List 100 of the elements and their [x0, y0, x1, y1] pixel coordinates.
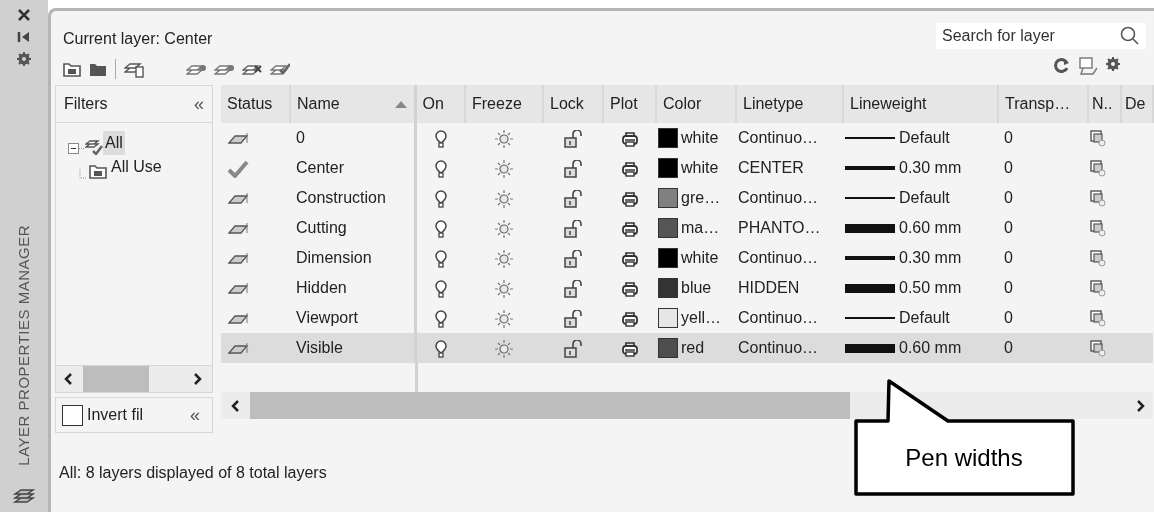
transparency-value[interactable]: 0 [998, 213, 1088, 243]
sun-icon[interactable] [495, 309, 513, 328]
scroll-left-icon[interactable] [62, 372, 75, 386]
lightbulb-icon[interactable] [433, 339, 448, 359]
scroll-left-icon[interactable] [229, 398, 242, 413]
column-header[interactable]: On [415, 85, 465, 123]
layer-icon[interactable] [227, 191, 249, 206]
linetype[interactable]: CENTER [736, 153, 843, 183]
printer-icon[interactable] [621, 130, 638, 147]
printer-icon[interactable] [621, 250, 638, 267]
lineweight-value[interactable]: 0.60 mm [899, 216, 962, 240]
delete-layer-icon[interactable] [242, 62, 262, 76]
lightbulb-icon[interactable] [433, 219, 448, 239]
checkmark-icon[interactable] [227, 159, 249, 178]
transparency-value[interactable]: 0 [998, 303, 1088, 333]
layer-icon[interactable] [227, 311, 249, 326]
printer-icon[interactable] [621, 280, 638, 297]
scroll-right-icon[interactable] [1134, 398, 1147, 413]
column-header[interactable]: Status [221, 85, 290, 123]
lineweight-value[interactable]: Default [899, 126, 950, 150]
linetype[interactable]: Continuo… [736, 243, 843, 273]
unlocked-icon[interactable] [564, 129, 582, 148]
sun-icon[interactable] [495, 219, 513, 238]
unlocked-icon[interactable] [564, 339, 582, 358]
layers-icon[interactable] [13, 488, 35, 504]
linetype[interactable]: Continuo… [736, 183, 843, 213]
layer-icon[interactable] [227, 131, 249, 146]
collapse-button[interactable]: « [194, 90, 204, 118]
checkbox[interactable] [62, 404, 83, 426]
folder-icon[interactable] [89, 61, 107, 77]
column-header[interactable]: Plot [603, 85, 656, 123]
new-layer-icon[interactable] [214, 62, 234, 76]
unlocked-icon[interactable] [564, 249, 582, 268]
column-header[interactable]: De [1121, 85, 1153, 123]
viewport-freeze-icon[interactable] [1090, 220, 1106, 238]
layer-name[interactable]: 0 [290, 123, 415, 153]
scrollbar-thumb[interactable] [83, 366, 149, 392]
sun-icon[interactable] [495, 249, 513, 268]
unlocked-icon[interactable] [564, 309, 582, 328]
sun-icon[interactable] [495, 339, 513, 358]
tree-item[interactable]: All [103, 131, 125, 155]
column-header[interactable]: Linetype [736, 85, 843, 123]
transparency-value[interactable]: 0 [998, 183, 1088, 213]
layer-icon[interactable] [227, 341, 249, 356]
scrollbar-thumb[interactable] [250, 392, 850, 419]
layer-icon[interactable] [227, 221, 249, 236]
color-swatch[interactable] [658, 248, 678, 268]
scroll-right-icon[interactable] [191, 372, 204, 386]
lightbulb-icon[interactable] [433, 159, 448, 179]
viewport-freeze-icon[interactable] [1090, 190, 1106, 208]
printer-icon[interactable] [621, 160, 638, 177]
pin-icon[interactable] [17, 30, 31, 44]
viewport-icon[interactable] [1079, 57, 1098, 75]
search-box[interactable]: Search for layer [936, 23, 1146, 49]
linetype[interactable]: HIDDEN [736, 273, 843, 303]
color-swatch[interactable] [658, 188, 678, 208]
lineweight-value[interactable]: Default [899, 306, 950, 330]
settings-icon[interactable] [1106, 57, 1122, 73]
transparency-value[interactable]: 0 [998, 273, 1088, 303]
column-header[interactable]: Color [656, 85, 736, 123]
linetype[interactable]: PHANTO… [736, 213, 843, 243]
collapse-button[interactable]: « [190, 401, 200, 429]
lineweight-value[interactable]: 0.30 mm [899, 246, 962, 270]
lightbulb-icon[interactable] [433, 129, 448, 149]
color-swatch[interactable] [658, 128, 678, 148]
new-layer-icon[interactable] [186, 62, 206, 76]
set-current-icon[interactable] [270, 62, 290, 76]
linetype[interactable]: Continuo… [736, 303, 843, 333]
layer-name[interactable]: Cutting [290, 213, 415, 243]
unlocked-icon[interactable] [564, 279, 582, 298]
lightbulb-icon[interactable] [433, 279, 448, 299]
color-swatch[interactable] [658, 278, 678, 298]
color-swatch[interactable] [658, 338, 678, 358]
tree-item[interactable]: All Use [111, 155, 162, 179]
color-swatch[interactable] [658, 218, 678, 238]
viewport-freeze-icon[interactable] [1090, 130, 1106, 148]
lineweight-value[interactable]: 0.30 mm [899, 156, 962, 180]
column-header[interactable]: Transp… [998, 85, 1088, 123]
viewport-freeze-icon[interactable] [1090, 340, 1106, 358]
viewport-freeze-icon[interactable] [1090, 250, 1106, 268]
printer-icon[interactable] [621, 190, 638, 207]
search-icon[interactable] [1120, 26, 1140, 46]
transparency-value[interactable]: 0 [998, 243, 1088, 273]
lineweight-value[interactable]: 0.50 mm [899, 276, 962, 300]
printer-icon[interactable] [621, 310, 638, 327]
lightbulb-icon[interactable] [433, 309, 448, 329]
viewport-freeze-icon[interactable] [1090, 280, 1106, 298]
layer-icon[interactable] [227, 251, 249, 266]
transparency-value[interactable]: 0 [998, 123, 1088, 153]
layer-name[interactable]: Hidden [290, 273, 415, 303]
linetype[interactable]: Continuo… [736, 123, 843, 153]
layer-name[interactable]: Visible [290, 333, 415, 363]
folder-icon[interactable] [63, 61, 81, 77]
unlocked-icon[interactable] [564, 219, 582, 238]
color-swatch[interactable] [658, 308, 678, 328]
layer-states-icon[interactable] [124, 60, 144, 78]
column-header[interactable]: Lock [543, 85, 603, 123]
column-header[interactable]: Freeze [465, 85, 543, 123]
linetype[interactable]: Continuo… [736, 333, 843, 363]
column-header[interactable]: N.. [1088, 85, 1121, 123]
